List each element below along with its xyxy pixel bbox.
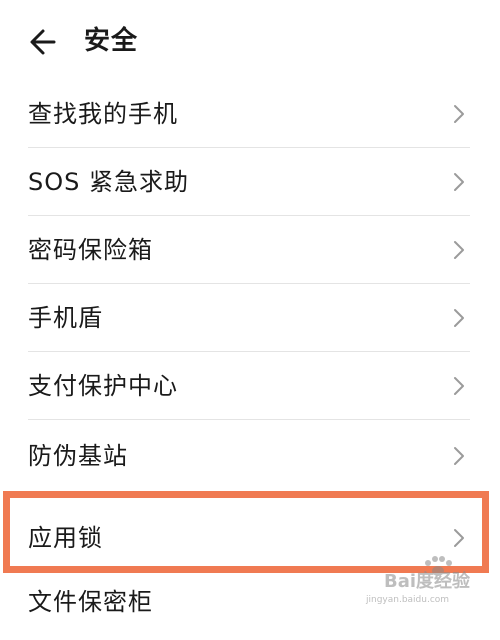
watermark-brand: Bai度经验 [384,570,471,592]
chevron-right-icon [454,105,464,123]
chevron-right-icon [454,309,464,327]
chevron-right-icon [454,447,464,465]
chevron-right-icon [454,173,464,191]
header: 安全 [0,0,500,82]
list-item-label: 密码保险箱 [28,236,153,264]
page-title: 安全 [84,26,139,56]
list-item-label: 手机盾 [28,304,103,332]
watermark-url: jingyan.baidu.com [365,595,449,605]
list-item-label: 文件保密柜 [28,588,153,616]
list-item-password-vault[interactable]: 密码保险箱 [0,216,500,284]
chevron-right-icon [454,241,464,259]
list-item-phone-shield[interactable]: 手机盾 [0,284,500,352]
chevron-right-icon [454,377,464,395]
list-item-sos[interactable]: SOS 紧急求助 [0,148,500,216]
list-item-label: SOS 紧急求助 [28,168,189,196]
list-item-label: 查找我的手机 [28,100,178,128]
back-arrow-icon[interactable] [24,22,64,62]
list-item-label: 应用锁 [28,524,103,552]
list-item-payment-protection[interactable]: 支付保护中心 [0,352,500,420]
list-item-find-my-phone[interactable]: 查找我的手机 [0,80,500,148]
list-item-label: 防伪基站 [28,442,128,470]
chevron-right-icon [454,529,464,547]
list-item-fake-base-station[interactable]: 防伪基站 [0,420,500,492]
baidu-jingyan-watermark: Bai度经验 jingyan.baidu.com [365,556,471,605]
list-item-label: 支付保护中心 [28,372,178,400]
